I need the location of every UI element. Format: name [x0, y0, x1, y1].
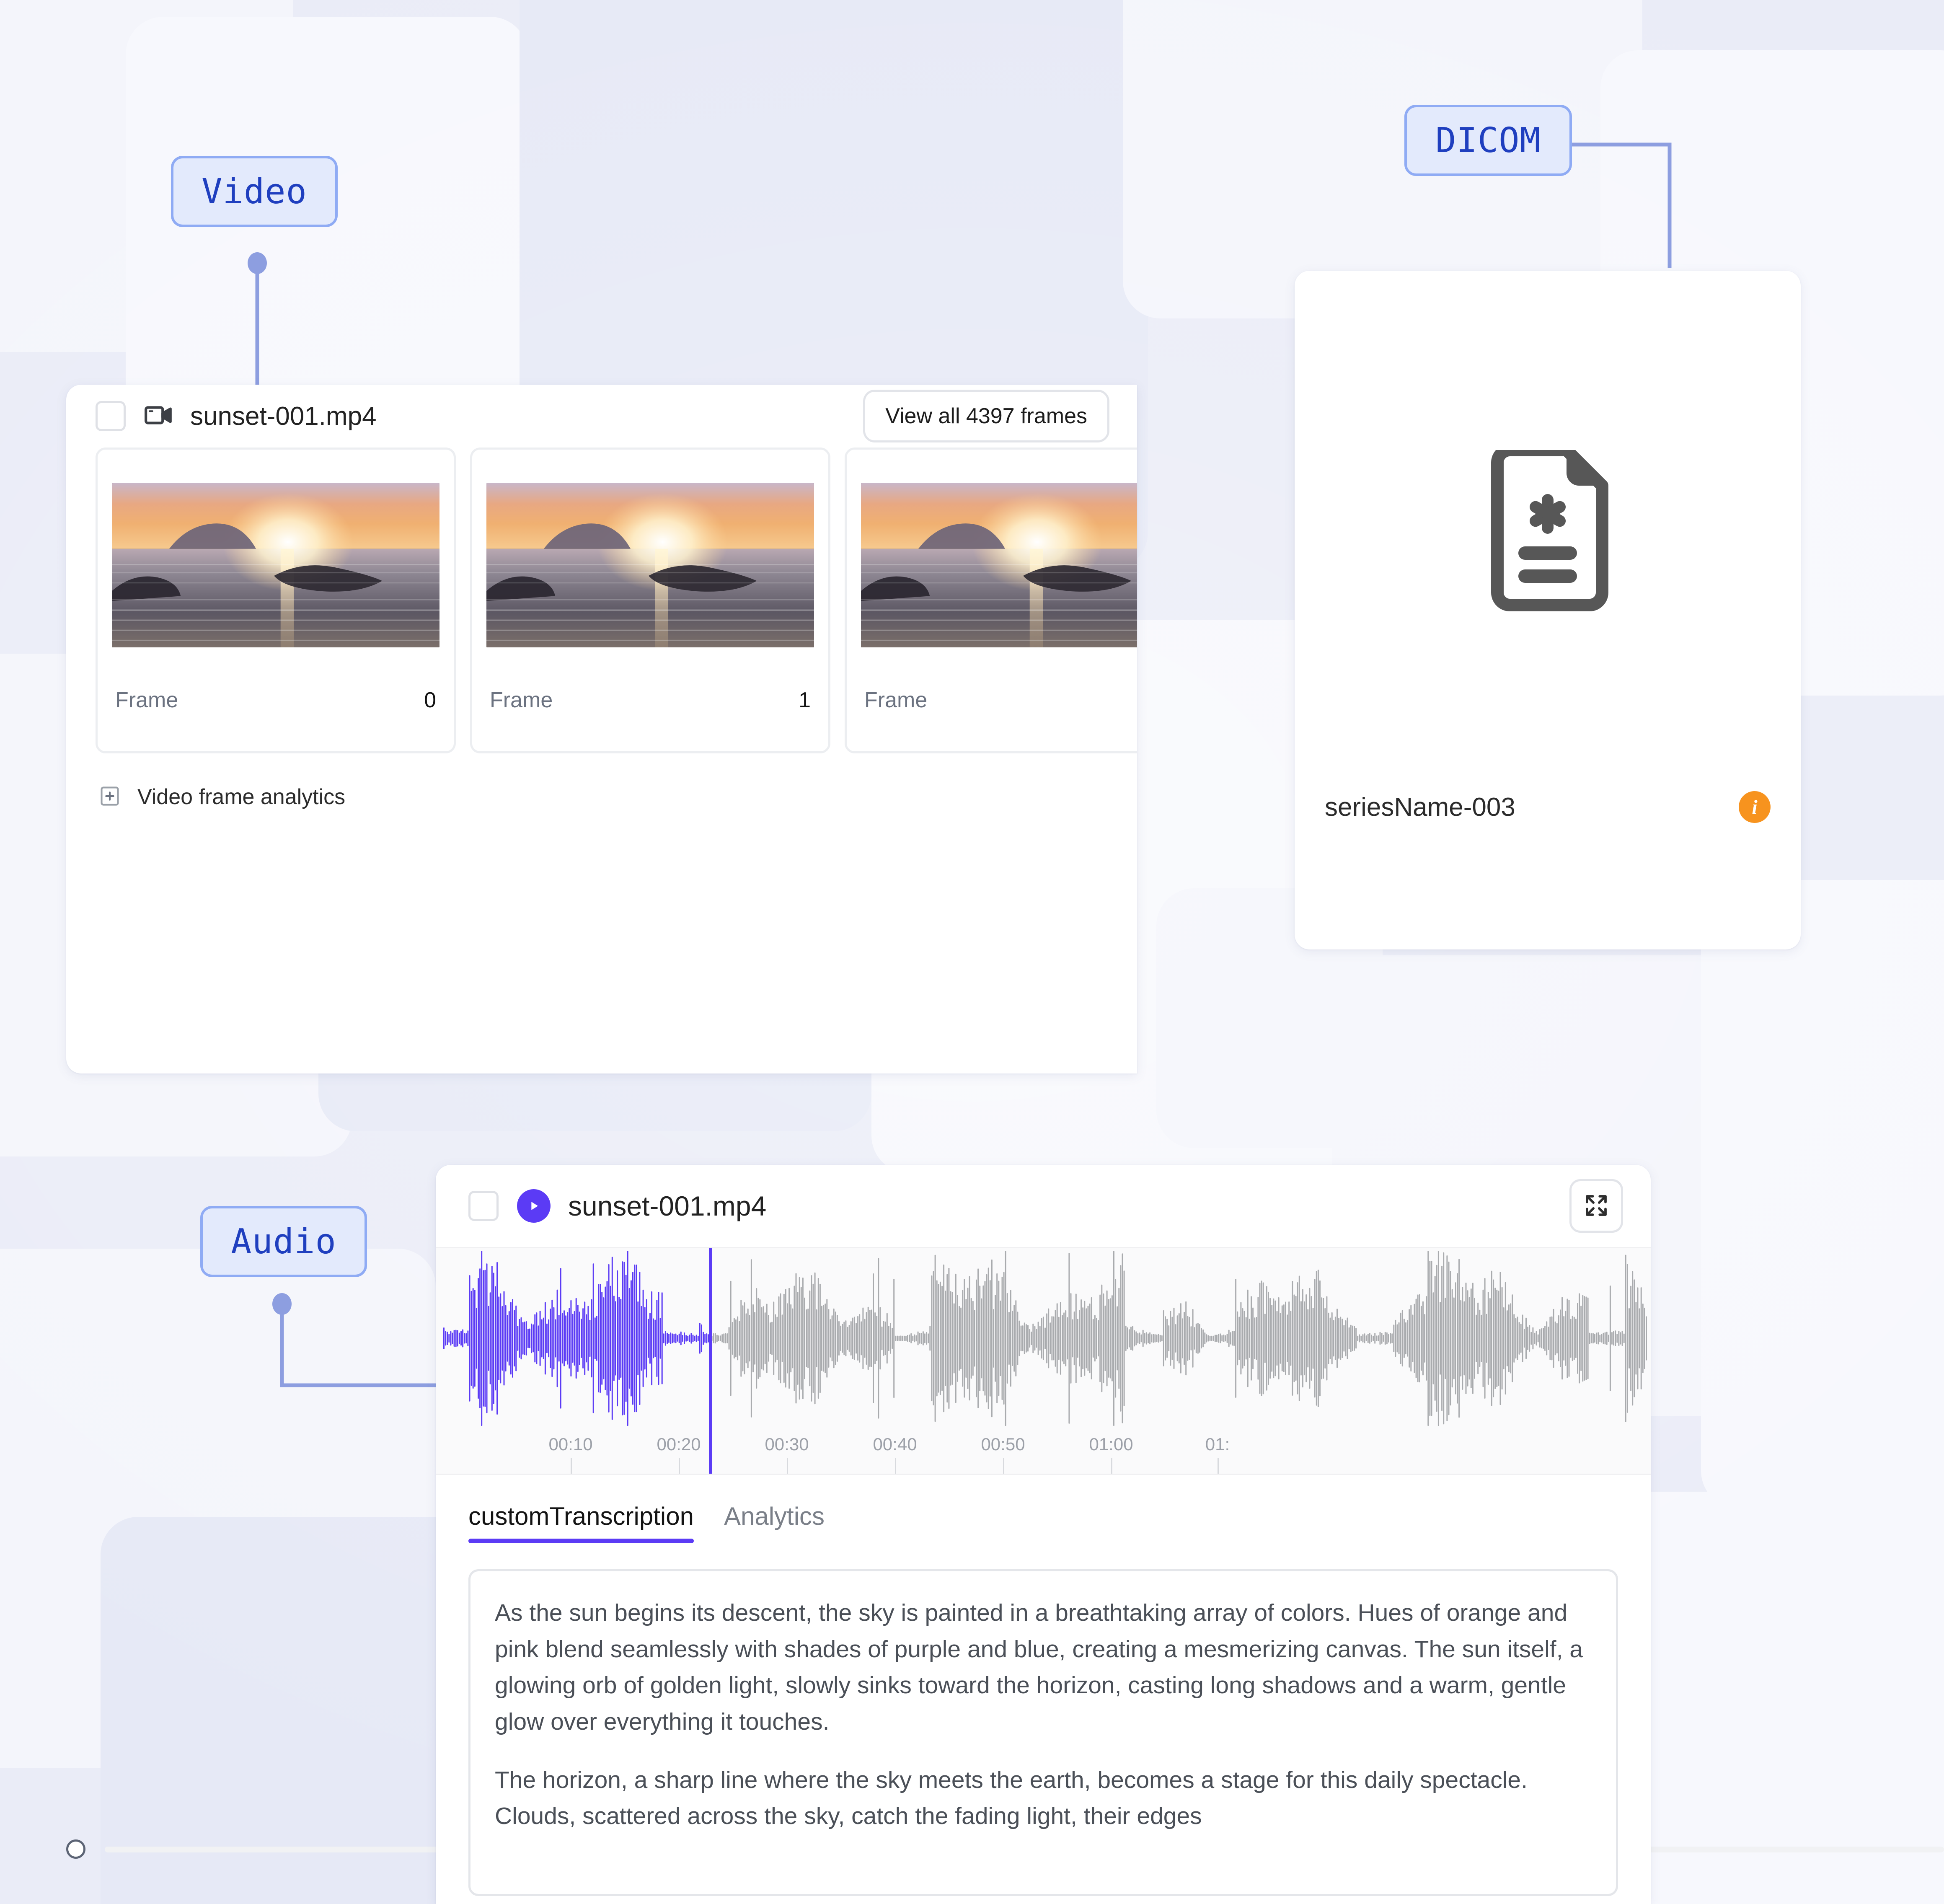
video-select-checkbox[interactable] [96, 401, 126, 431]
tab-analytics[interactable]: Analytics [724, 1502, 825, 1543]
video-file-name: sunset-001.mp4 [190, 401, 377, 431]
time-tick-mark [1111, 1458, 1112, 1474]
frame-thumb-wrap [98, 450, 454, 647]
frame-label: Frame [864, 688, 928, 712]
audio-select-checkbox[interactable] [468, 1191, 499, 1221]
expand-arrows-icon-button[interactable] [1569, 1179, 1623, 1233]
time-tick-mark [679, 1458, 680, 1474]
dicom-card-footer: seriesName-003 i [1295, 748, 1801, 866]
time-tick-label: 00:10 [548, 1434, 593, 1454]
time-tick-mark [1218, 1458, 1219, 1474]
time-tick-mark [1003, 1458, 1004, 1474]
transcript-paragraph: The horizon, a sharp line where the sky … [495, 1766, 1528, 1830]
time-tick-mark [895, 1458, 896, 1474]
play-icon[interactable] [517, 1189, 551, 1223]
frame-thumbnail-image [486, 483, 814, 647]
time-tick-label: 00:50 [981, 1434, 1025, 1454]
video-frame-analytics-toggle[interactable]: Video frame analytics [66, 753, 1137, 810]
video-camera-icon [143, 400, 174, 433]
info-icon[interactable]: i [1739, 791, 1771, 823]
frame-meta: Frame 0 [98, 647, 454, 751]
type-badge-audio[interactable]: Audio [200, 1206, 367, 1277]
dicom-series-name: seriesName-003 [1325, 792, 1515, 822]
scrollbar-knob[interactable] [66, 1839, 85, 1859]
audio-file-name: sunset-001.mp4 [568, 1190, 767, 1221]
video-frame-analytics-label: Video frame analytics [137, 785, 346, 809]
dicom-icon-wrap [1295, 271, 1801, 799]
expand-arrows-icon [1582, 1192, 1610, 1221]
medical-document-icon [1481, 443, 1615, 620]
frame-meta: Frame [847, 647, 1137, 751]
audio-card-header: sunset-001.mp4 [436, 1165, 1651, 1247]
time-tick-label: 01:00 [1089, 1434, 1133, 1454]
type-badge-video[interactable]: Video [171, 156, 338, 227]
tab-customtranscription[interactable]: customTranscription [468, 1502, 694, 1543]
waveform-graphic [443, 1251, 1647, 1426]
frame-thumbnail-card[interactable]: Frame 0 [96, 448, 456, 753]
type-badge-audio-label: Audio [231, 1221, 336, 1262]
dicom-asset-card[interactable]: seriesName-003 i [1295, 271, 1801, 949]
frame-thumbnail-image [861, 483, 1137, 647]
type-badge-video-label: Video [202, 171, 307, 212]
video-frames-row: Frame 0 Frame 1 Frame [66, 448, 1137, 753]
time-tick-label: 01: [1205, 1434, 1230, 1454]
transcript-paragraph: As the sun begins its descent, the sky i… [495, 1599, 1583, 1735]
audio-tabs: customTranscription Analytics [436, 1475, 1651, 1543]
frame-thumbnail-card[interactable]: Frame 1 [470, 448, 830, 753]
waveform-time-axis: 00:10 00:20 00:30 00:40 00:50 01:00 01: [436, 1424, 1651, 1474]
transcript-panel[interactable]: As the sun begins its descent, the sky i… [468, 1569, 1618, 1896]
view-all-frames-button[interactable]: View all 4397 frames [863, 390, 1109, 442]
type-badge-dicom[interactable]: DICOM [1404, 105, 1572, 176]
frame-meta: Frame 1 [472, 647, 828, 751]
frame-label: Frame [115, 688, 178, 712]
audio-asset-card: sunset-001.mp4 00:10 00:20 00:30 00:40 0… [436, 1165, 1651, 1904]
time-tick-label: 00:40 [873, 1434, 917, 1454]
frame-value: 0 [424, 688, 436, 712]
frame-value: 1 [799, 688, 811, 712]
time-tick-label: 00:20 [657, 1434, 701, 1454]
video-card-header: sunset-001.mp4 View all 4397 frames [66, 385, 1137, 448]
frame-thumbnail-card[interactable]: Frame [845, 448, 1137, 753]
time-tick-label: 00:30 [765, 1434, 809, 1454]
frame-label: Frame [490, 688, 553, 712]
audio-waveform[interactable]: 00:10 00:20 00:30 00:40 00:50 01:00 01: [436, 1247, 1651, 1475]
frame-thumb-wrap [847, 450, 1137, 647]
frame-thumbnail-image [112, 483, 439, 647]
time-tick-mark [787, 1458, 788, 1474]
frame-thumb-wrap [472, 450, 828, 647]
expand-plus-icon [99, 785, 121, 809]
video-asset-card: sunset-001.mp4 View all 4397 frames Fram… [66, 385, 1137, 1074]
time-tick-mark [571, 1458, 572, 1474]
type-badge-dicom-label: DICOM [1435, 120, 1541, 160]
